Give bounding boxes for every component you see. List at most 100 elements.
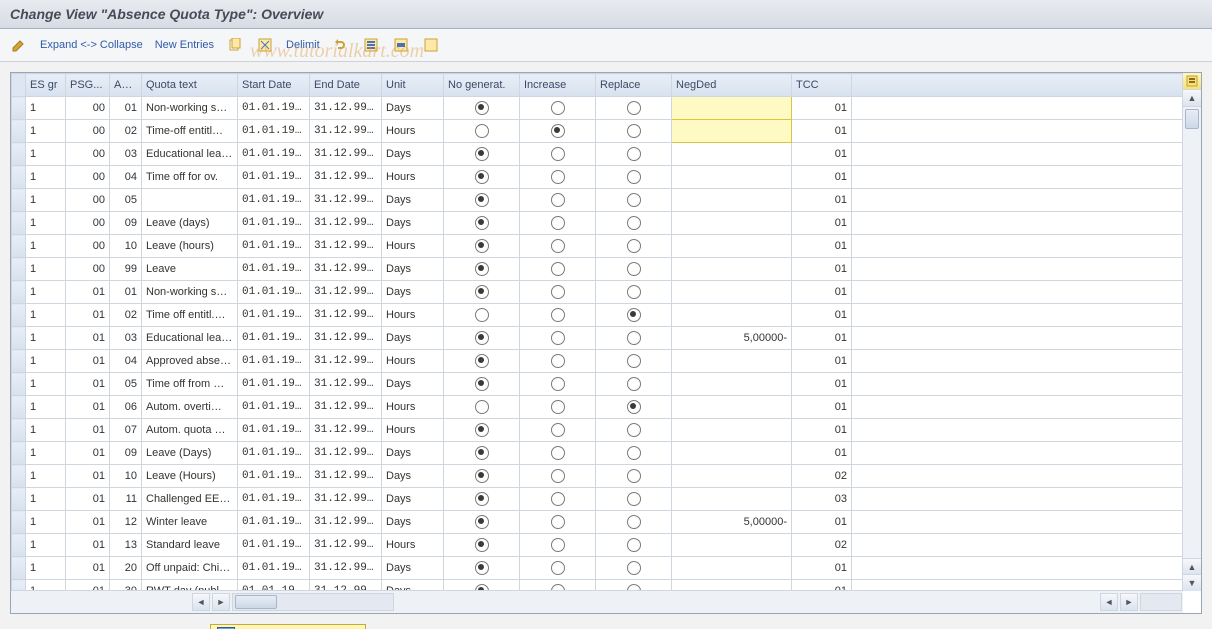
cell-start-date[interactable]: 01.01.1900 (238, 143, 310, 166)
cell-no-generat[interactable] (444, 189, 520, 212)
cell-replace[interactable] (596, 396, 672, 419)
cell-es[interactable]: 1 (26, 258, 66, 281)
cell-replace[interactable] (596, 350, 672, 373)
table-row[interactable]: 10103Educational lea…01.01.190031.12.999… (12, 327, 1183, 350)
cell-unit[interactable]: Days (382, 511, 444, 534)
table-row[interactable]: 10113Standard leave01.01.199031.12.9999H… (12, 534, 1183, 557)
cell-aq[interactable]: 07 (110, 419, 142, 442)
cell-increase[interactable] (520, 258, 596, 281)
cell-no-generat-radio[interactable] (475, 216, 489, 230)
cell-start-date[interactable]: 01.01.1900 (238, 511, 310, 534)
cell-increase[interactable] (520, 327, 596, 350)
cell-aq[interactable]: 01 (110, 97, 142, 120)
cell-replace-radio[interactable] (627, 423, 641, 437)
table-row[interactable]: 10111Challenged EE …01.01.199031.12.9999… (12, 488, 1183, 511)
cell-replace[interactable] (596, 258, 672, 281)
row-selector[interactable] (12, 281, 26, 304)
cell-negded[interactable] (672, 557, 792, 580)
cell-quota-text[interactable]: Winter leave (142, 511, 238, 534)
cell-end-date[interactable]: 31.12.9999 (310, 373, 382, 396)
row-selector[interactable] (12, 258, 26, 281)
cell-replace-radio[interactable] (627, 354, 641, 368)
cell-no-generat-radio[interactable] (475, 469, 489, 483)
cell-replace[interactable] (596, 419, 672, 442)
cell-es[interactable]: 1 (26, 166, 66, 189)
col-replace[interactable]: Replace (596, 74, 672, 97)
vertical-scrollbar[interactable]: ▲ ▲ ▼ (1182, 73, 1201, 591)
cell-negded[interactable] (672, 419, 792, 442)
col-rowselector[interactable] (12, 74, 26, 97)
col-increase[interactable]: Increase (520, 74, 596, 97)
cell-quota-text[interactable]: Non-working s… (142, 281, 238, 304)
cell-psg[interactable]: 00 (66, 235, 110, 258)
cell-increase-radio[interactable] (551, 101, 565, 115)
row-selector[interactable] (12, 373, 26, 396)
cell-psg[interactable]: 00 (66, 97, 110, 120)
cell-unit[interactable]: Days (382, 327, 444, 350)
cell-no-generat[interactable] (444, 327, 520, 350)
cell-no-generat[interactable] (444, 396, 520, 419)
cell-psg[interactable]: 00 (66, 120, 110, 143)
cell-negded[interactable] (672, 97, 792, 120)
cell-replace-radio[interactable] (627, 216, 641, 230)
cell-end-date[interactable]: 31.12.9999 (310, 419, 382, 442)
cell-no-generat-radio[interactable] (475, 239, 489, 253)
cell-no-generat-radio[interactable] (475, 124, 489, 138)
cell-aq[interactable]: 10 (110, 235, 142, 258)
cell-negded[interactable] (672, 534, 792, 557)
cell-replace[interactable] (596, 373, 672, 396)
cell-es[interactable]: 1 (26, 419, 66, 442)
cell-no-generat[interactable] (444, 97, 520, 120)
cell-start-date[interactable]: 01.01.1900 (238, 442, 310, 465)
cell-unit[interactable]: Hours (382, 396, 444, 419)
table-row[interactable]: 10099Leave01.01.190031.12.9999Days01 (12, 258, 1183, 281)
cell-es[interactable]: 1 (26, 281, 66, 304)
col-quota-text[interactable]: Quota text (142, 74, 238, 97)
col-no-generat[interactable]: No generat. (444, 74, 520, 97)
cell-psg[interactable]: 01 (66, 350, 110, 373)
table-row[interactable]: 10105Time off from …01.01.190031.12.9999… (12, 373, 1183, 396)
cell-replace[interactable] (596, 143, 672, 166)
cell-replace-radio[interactable] (627, 515, 641, 529)
cell-start-date[interactable]: 01.01.1990 (238, 557, 310, 580)
table-row[interactable]: 10101Non-working s…01.01.190031.12.9999D… (12, 281, 1183, 304)
cell-psg[interactable]: 00 (66, 143, 110, 166)
cell-quota-text[interactable]: Approved abse… (142, 350, 238, 373)
select-all-icon[interactable] (362, 36, 380, 54)
cell-start-date[interactable]: 01.01.1990 (238, 235, 310, 258)
hscroll-track-left[interactable] (232, 593, 394, 611)
row-selector[interactable] (12, 189, 26, 212)
row-selector[interactable] (12, 97, 26, 120)
cell-quota-text[interactable]: Leave (hours) (142, 235, 238, 258)
cell-no-generat[interactable] (444, 419, 520, 442)
cell-increase[interactable] (520, 488, 596, 511)
cell-unit[interactable]: Days (382, 488, 444, 511)
cell-increase[interactable] (520, 465, 596, 488)
cell-no-generat[interactable] (444, 350, 520, 373)
row-selector[interactable] (12, 488, 26, 511)
cell-increase[interactable] (520, 166, 596, 189)
cell-no-generat[interactable] (444, 511, 520, 534)
cell-replace-radio[interactable] (627, 469, 641, 483)
cell-no-generat[interactable] (444, 557, 520, 580)
cell-unit[interactable]: Days (382, 442, 444, 465)
row-selector[interactable] (12, 327, 26, 350)
scroll-down2-icon[interactable]: ▼ (1183, 574, 1201, 591)
cell-increase[interactable] (520, 304, 596, 327)
cell-increase[interactable] (520, 373, 596, 396)
cell-tcc[interactable]: 01 (792, 350, 852, 373)
col-end-date[interactable]: End Date (310, 74, 382, 97)
cell-increase[interactable] (520, 235, 596, 258)
row-selector[interactable] (12, 511, 26, 534)
hscroll-left-icon[interactable]: ◄ (192, 593, 210, 611)
cell-tcc[interactable]: 01 (792, 189, 852, 212)
cell-es[interactable]: 1 (26, 189, 66, 212)
cell-increase[interactable] (520, 442, 596, 465)
new-entries-button[interactable]: New Entries (155, 39, 214, 51)
cell-es[interactable]: 1 (26, 557, 66, 580)
cell-increase[interactable] (520, 143, 596, 166)
cell-psg[interactable]: 01 (66, 557, 110, 580)
cell-replace[interactable] (596, 97, 672, 120)
cell-replace[interactable] (596, 281, 672, 304)
hscroll-left2-icon[interactable]: ◄ (1100, 593, 1118, 611)
